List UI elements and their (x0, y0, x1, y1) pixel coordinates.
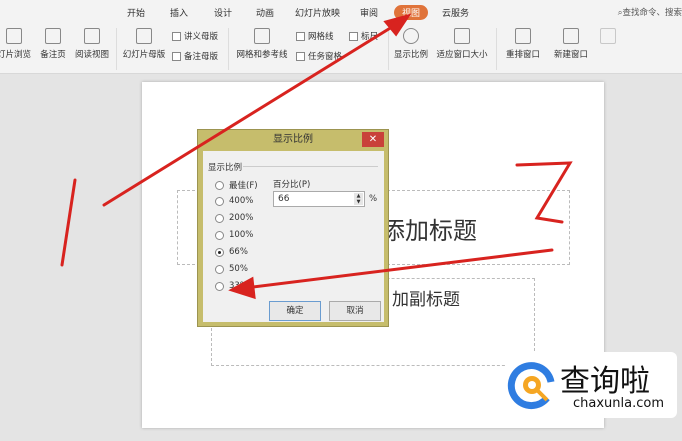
annotation-arrow-2 (243, 248, 554, 290)
annotation-mark-2 (515, 161, 573, 224)
annotation-mark-1 (60, 178, 77, 267)
watermark: 查询啦 chaxunla.com (505, 352, 677, 418)
watermark-name: 查询啦 (560, 364, 650, 399)
arrowhead (383, 13, 412, 37)
logo-icon (507, 362, 555, 410)
annotation-arrow-1 (102, 20, 402, 207)
arrowhead (228, 276, 256, 300)
watermark-url: chaxunla.com (573, 396, 664, 411)
